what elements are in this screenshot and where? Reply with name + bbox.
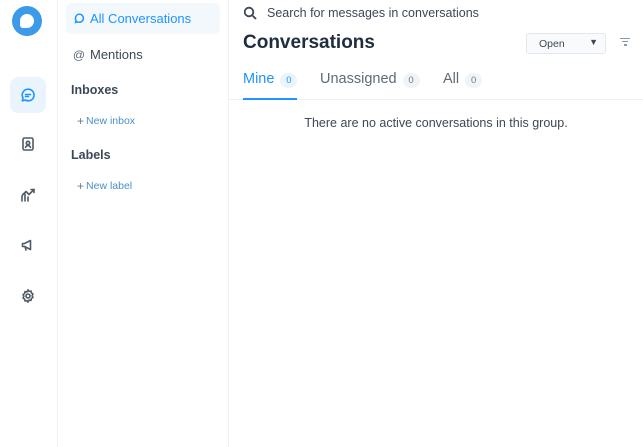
new-inbox-label: New inbox <box>86 115 136 127</box>
megaphone-icon <box>21 239 32 251</box>
page-title: Conversations <box>243 32 375 53</box>
search-bar <box>243 4 623 22</box>
plus-icon: + <box>77 179 85 193</box>
rail-contacts-button[interactable] <box>10 126 46 162</box>
sidebar-item-all-conversations[interactable]: All Conversations <box>66 3 220 34</box>
tab-label: All <box>443 71 460 87</box>
at-sign-icon: @ <box>72 47 86 62</box>
status-filter-value: Open <box>539 37 565 50</box>
conversations-panel: Conversations Open ▼ Mine 0 Unassigned 0… <box>229 0 643 447</box>
tab-count-badge: 0 <box>465 73 483 88</box>
rail-conversations-button[interactable] <box>10 77 46 113</box>
sidebar-item-mentions[interactable]: @ Mentions <box>66 39 220 70</box>
search-input[interactable] <box>267 6 597 20</box>
chat-bubble-icon <box>73 13 85 25</box>
plus-icon: + <box>77 114 85 128</box>
tab-count-badge: 0 <box>280 73 298 88</box>
tab-unassigned[interactable]: Unassigned 0 <box>320 66 420 100</box>
secondary-sidebar: All Conversations @ Mentions Inboxes + N… <box>58 0 229 447</box>
gear-icon <box>22 289 34 303</box>
tab-label: Mine <box>243 71 275 87</box>
dropdown-caret-icon: ▼ <box>589 37 598 47</box>
new-label-link[interactable]: + New label <box>77 179 132 193</box>
status-filter-select[interactable]: Open ▼ <box>526 33 606 54</box>
rail-settings-button[interactable] <box>10 278 46 314</box>
primary-rail <box>0 0 58 447</box>
new-label-label: New label <box>86 180 133 192</box>
labels-heading: Labels <box>71 148 111 162</box>
inboxes-heading: Inboxes <box>71 83 119 97</box>
tab-all[interactable]: All 0 <box>443 66 483 100</box>
tab-label: Unassigned <box>320 71 397 87</box>
chat-bubble-icon <box>21 88 35 102</box>
rail-campaigns-button[interactable] <box>10 227 46 263</box>
empty-state-message: There are no active conversations in thi… <box>304 116 568 130</box>
contact-book-icon <box>22 137 34 151</box>
filter-icon[interactable] <box>620 38 630 47</box>
sidebar-item-label: All Conversations <box>90 11 192 26</box>
search-icon <box>243 6 257 20</box>
tab-count-badge: 0 <box>402 73 420 88</box>
trend-chart-icon <box>21 188 35 202</box>
conversation-tabs: Mine 0 Unassigned 0 All 0 <box>229 66 643 100</box>
new-inbox-link[interactable]: + New inbox <box>77 114 135 128</box>
tab-mine[interactable]: Mine 0 <box>243 66 298 100</box>
rail-reports-button[interactable] <box>10 177 46 213</box>
app-logo[interactable] <box>12 6 42 36</box>
sidebar-item-label: Mentions <box>90 47 143 62</box>
